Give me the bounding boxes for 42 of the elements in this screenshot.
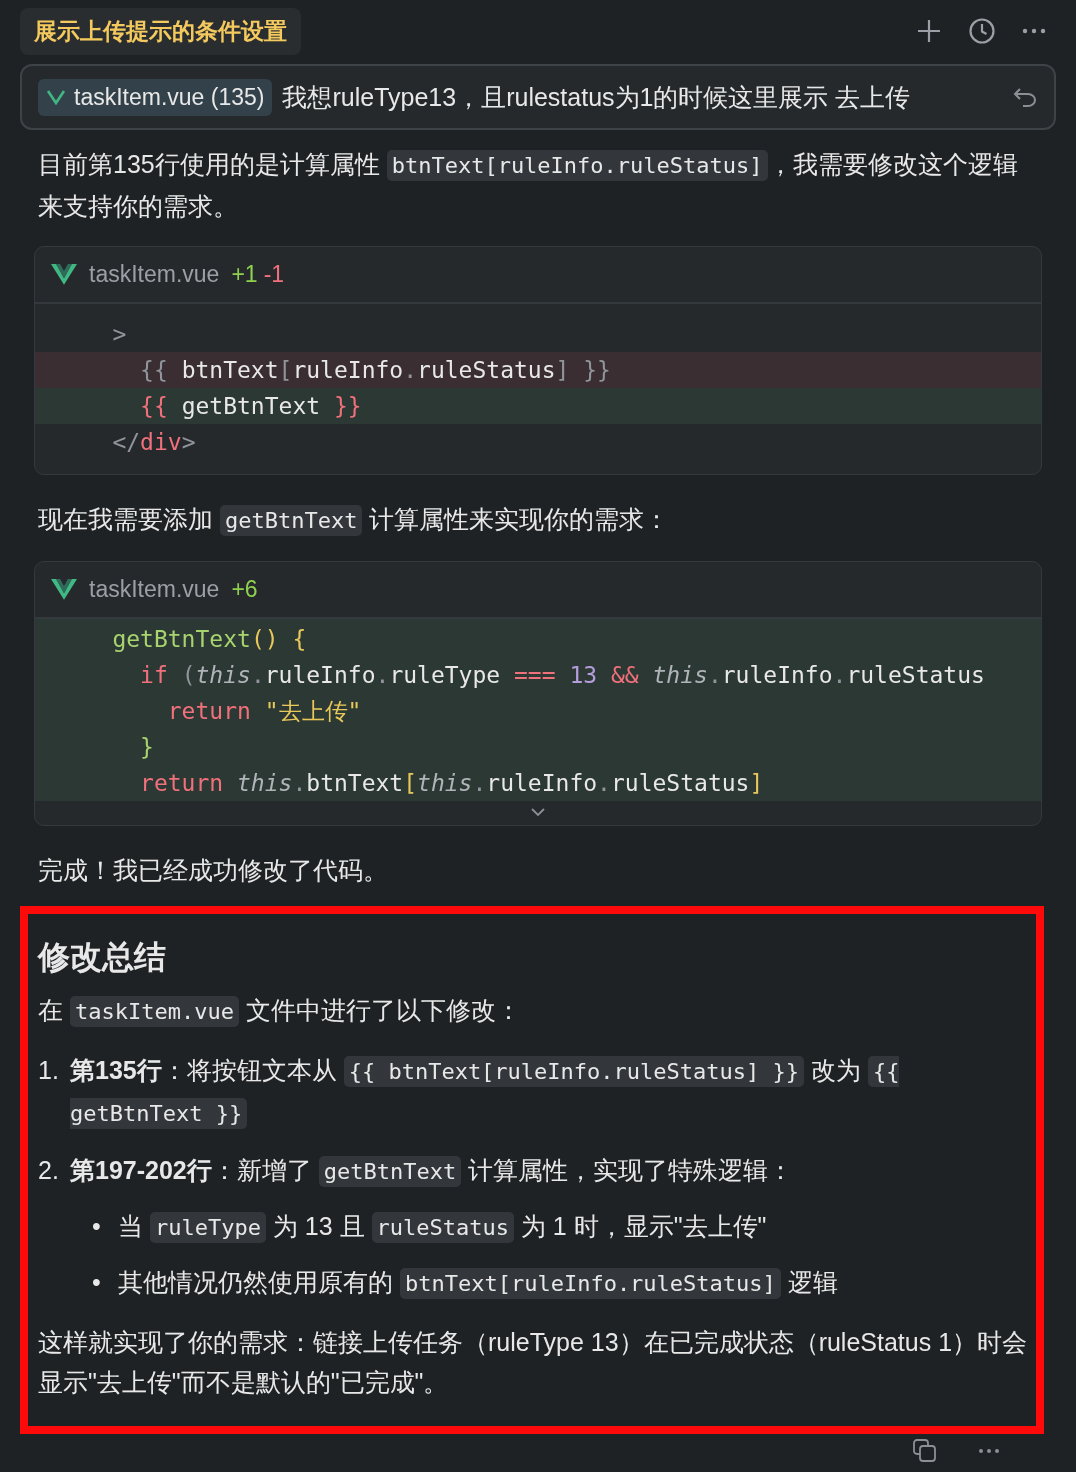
list-marker: 2.	[38, 1155, 60, 1186]
vue-logo-icon	[51, 264, 77, 285]
undo-icon[interactable]	[1012, 86, 1038, 108]
list-item-text: 其他情况仍然使用原有的 btnText[ruleInfo.ruleStatus] 逻辑	[118, 1262, 1028, 1304]
removed-count: -1	[263, 261, 285, 288]
inline-code: btnText[ruleInfo.ruleStatus]	[386, 150, 768, 181]
message-text: 现在我需要添加 getBtnText 计算属性来实现你的需求：	[38, 499, 1040, 541]
message-text: 这样就实现了你的需求：链接上传任务（ruleType 13）在已完成状态（ruleStatus 1）时会显示"去上传"而不是默认的"已完成"。	[38, 1327, 1028, 1398]
list-marker: 1.	[38, 1055, 60, 1086]
list-marker: •	[91, 1267, 102, 1298]
conversation-title: 展示上传提示的条件设置	[20, 7, 301, 55]
vue-logo-icon	[51, 579, 77, 600]
added-count: +6	[231, 576, 258, 603]
list-marker: •	[91, 1211, 102, 1242]
inline-code: ruleStatus	[371, 1212, 514, 1243]
chevron-down-icon[interactable]	[530, 807, 546, 817]
list-item-text: 第135行：将按钮文本从 {{ btnText[ruleInfo.ruleStatus] }} 改为 {{ getBtnText }}	[70, 1050, 1028, 1134]
file-name: taskItem.vue	[89, 576, 220, 603]
plus-icon[interactable]	[916, 18, 942, 44]
inline-code: {{ btnText[ruleInfo.ruleStatus] }}	[343, 1056, 804, 1087]
inline-code: taskItem.vue	[69, 996, 239, 1027]
prompt-text: 我想ruleType13，且rulestatus为1的时候这里展示 去上传	[282, 81, 912, 113]
section-heading: 修改总结	[38, 938, 167, 977]
more-icon[interactable]	[978, 1448, 1000, 1454]
inline-code: ruleType	[149, 1212, 266, 1243]
code-line: </div>	[111, 428, 197, 457]
more-icon[interactable]	[1022, 28, 1046, 34]
chevron-icon	[46, 89, 66, 105]
inline-code: getBtnText	[318, 1156, 462, 1187]
code-line: >	[111, 320, 128, 349]
inline-code: getBtnText	[219, 505, 363, 536]
list-item-text: 当 ruleType 为 13 且 ruleStatus 为 1 时，显示"去上传"	[118, 1206, 1028, 1248]
message-text: 在 taskItem.vue 文件中进行了以下修改：	[38, 990, 1028, 1032]
copy-icon[interactable]	[912, 1438, 938, 1464]
clock-icon[interactable]	[968, 17, 996, 45]
inline-code: btnText[ruleInfo.ruleStatus]	[399, 1268, 781, 1299]
list-item-text: 第197-202行：新增了 getBtnText 计算属性，实现了特殊逻辑：	[70, 1150, 1028, 1192]
message-text: 完成！我已经成功修改了代码。	[38, 855, 389, 886]
file-chip[interactable]: taskItem.vue (135)	[38, 78, 273, 116]
added-count: +1	[231, 261, 258, 288]
file-name: taskItem.vue	[89, 261, 220, 288]
message-text: 目前第135行使用的是计算属性 btnText[ruleInfo.ruleStatus] ，我需要修改这个逻辑来支持你的需求。	[38, 149, 1019, 222]
